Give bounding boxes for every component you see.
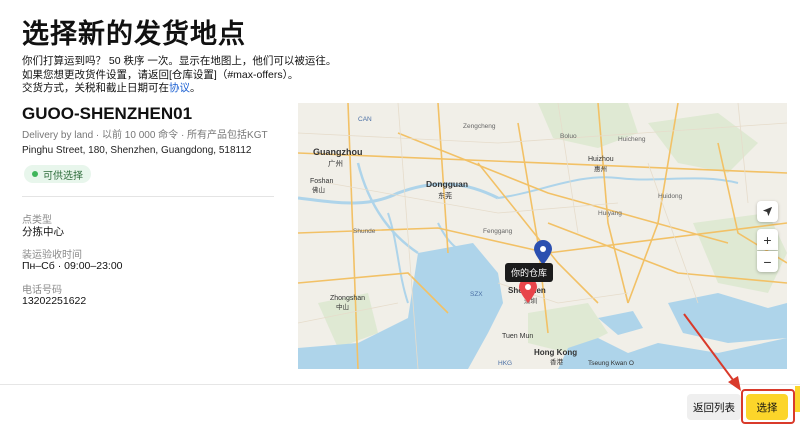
map-label-hong-kong-cn: 香港 [550, 357, 564, 366]
map-label-huidong: Huidong [658, 193, 683, 200]
map-label-huizhou: Huizhou [588, 156, 614, 163]
map-label-zhongshan-cn: 中山 [336, 302, 349, 311]
map-label-dongguan-cn: 东莞 [438, 191, 452, 200]
map-label-huiyang: Huiyang [598, 210, 622, 217]
divider [22, 196, 274, 197]
map-label-dongguan: Dongguan [426, 179, 468, 189]
annotation-arrow-icon [683, 313, 741, 391]
warehouse-address: Pinghu Street, 180, Shenzhen, Guangdong,… [22, 145, 252, 156]
page-title: 选择新的发货地点 [22, 19, 246, 49]
highlight-box [741, 389, 795, 424]
map-label-huicheng: Huicheng [618, 136, 646, 143]
zoom-out-button[interactable]: − [757, 251, 778, 272]
intro-line-3-suffix: 。 [190, 82, 201, 94]
map-label-tuen-mun: Tuen Mun [502, 333, 533, 340]
map-label-fenggang: Fenggang [483, 228, 513, 235]
phone-label: 电话号码 [22, 285, 62, 296]
map-label-guangzhou: Guangzhou [313, 147, 363, 157]
map-label-szx: SZX [470, 291, 483, 298]
map-label-huizhou-cn: 惠州 [594, 164, 607, 173]
map-label-tseung-kwan-o: Tseung Kwan O [588, 360, 634, 367]
map-label-foshan: Foshan [310, 178, 333, 185]
map-label-hkg: HKG [498, 360, 512, 367]
status-badge: 可供选择 [24, 165, 91, 183]
status-dot-icon [32, 171, 38, 177]
hours-value: Пн–Сб · 09:00–23:00 [22, 260, 123, 272]
agreement-link[interactable]: 协议 [169, 82, 190, 94]
intro-line-2: 如果您想更改货件设置，请返回[仓库设置]（#max-offers）。 [22, 68, 299, 81]
back-to-list-button[interactable]: 返回列表 [687, 394, 741, 420]
status-badge-label: 可供选择 [43, 170, 83, 182]
warehouse-marker-label: 你的仓库 [505, 263, 554, 282]
navigation-arrow-icon [762, 206, 773, 217]
map-label-shunde: Shunde [353, 228, 376, 235]
map-label-boluo: Boluo [560, 133, 577, 140]
map-label-hong-kong: Hong Kong [534, 348, 577, 357]
edge-tab [795, 386, 800, 412]
map-label-foshan-cn: 佛山 [312, 185, 325, 194]
warehouse-name: GUOO-SHENZHEN01 [22, 104, 193, 123]
warehouse-subtitle: Delivery by land · 以前 10 000 命令 · 所有产品包括… [22, 130, 268, 141]
map-label-can: CAN [358, 116, 372, 123]
phone-value: 13202251622 [22, 295, 87, 307]
map-label-zengcheng: Zengcheng [463, 123, 496, 130]
zoom-in-button[interactable]: + [757, 229, 778, 250]
map-label-guangzhou-cn: 广州 [328, 158, 343, 168]
intro-text: 你们打算运到吗？ 50 秩序 一次。显示在地图上，他们可以被运往。 如果您想更改… [22, 55, 336, 96]
intro-line-1: 你们打算运到吗？ 50 秩序 一次。显示在地图上，他们可以被运往。 [22, 55, 337, 67]
locate-button[interactable] [757, 201, 778, 222]
hours-label: 装运验收时间 [22, 250, 82, 261]
point-type-value: 分拣中心 [22, 226, 64, 238]
intro-line-3-prefix: 交货方式，关税和截止日期可在 [22, 82, 169, 94]
map-label-zhongshan: Zhongshan [330, 295, 365, 302]
page: 选择新的发货地点 你们打算运到吗？ 50 秩序 一次。显示在地图上，他们可以被运… [0, 0, 800, 425]
intro-line-3: 交货方式，关税和截止日期可在协议。 [22, 82, 336, 96]
